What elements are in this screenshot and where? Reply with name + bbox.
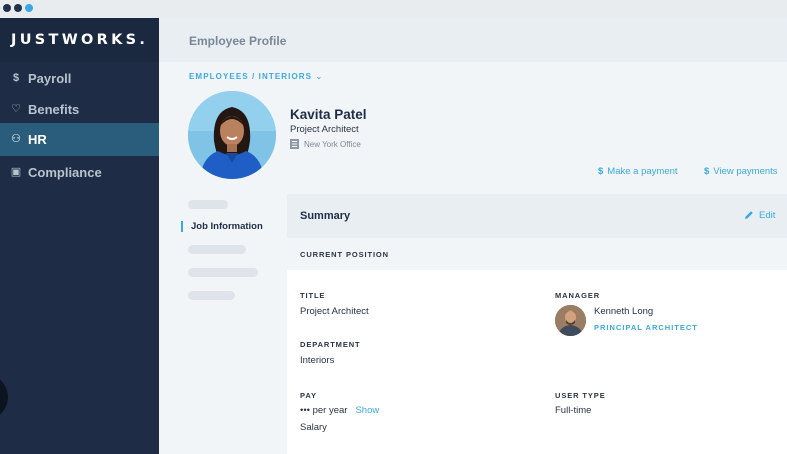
sidebar-item-label: Compliance [28,165,102,180]
pay-type-value: Salary [300,422,327,433]
pay-value: ••• per year Show [300,405,379,416]
window-close-dot[interactable] [3,4,11,12]
view-payments-label: View payments [713,166,778,177]
people-icon: ⚇ [11,133,21,145]
profile-subnav: Job Information [159,194,287,454]
user-type-label: USER TYPE [555,391,606,400]
clipboard-icon: ▣ [10,166,22,178]
sidebar-item-label: Payroll [28,71,72,86]
window-titlebar [0,0,787,18]
chevron-down-icon: ⌄ [315,72,324,81]
make-payment-link[interactable]: $ Make a payment [598,166,678,177]
sidebar-item-hr[interactable]: ⚇ HR [0,123,159,156]
subnav-item-job-information[interactable]: Job Information [181,221,263,232]
sidebar-item-compliance[interactable]: ▣ Compliance [0,156,159,189]
subnav-item-placeholder[interactable] [188,245,246,254]
user-avatar[interactable] [0,374,8,420]
department-label: DEPARTMENT [300,340,361,349]
page-header: Employee Profile [159,18,787,62]
window-maximize-dot[interactable] [25,4,33,12]
sidebar-item-label: Benefits [28,102,80,117]
summary-header: Summary Edit [287,194,787,238]
heart-icon: ♡ [11,103,21,115]
show-pay-link[interactable]: Show [355,405,379,416]
manager-avatar[interactable] [555,305,586,336]
edit-label: Edit [759,210,776,221]
brand-logo[interactable]: JUSTWORKS. [0,18,159,62]
employee-portrait-image [188,91,276,179]
dollar-icon: $ [598,166,604,177]
user-type-value: Full-time [555,405,592,416]
sidebar: JUSTWORKS. $ Payroll ♡ Benefits ⚇ HR ▣ C… [0,18,159,454]
office-location: New York Office [290,139,361,149]
view-payments-link[interactable]: $ View payments [704,166,778,177]
page-title: Employee Profile [189,34,287,48]
breadcrumb-text: EMPLOYEES / INTERIORS [189,72,313,81]
summary-heading: Summary [300,210,351,222]
title-label: TITLE [300,291,326,300]
current-position-header: CURRENT POSITION [287,238,787,270]
manager-portrait-image [555,305,586,336]
sidebar-item-benefits[interactable]: ♡ Benefits [0,93,159,126]
pay-amount-masked: ••• per year [300,405,348,416]
profile-header: EMPLOYEES / INTERIORS ⌄ Kavita Patel Pro… [159,62,787,194]
employee-photo [188,91,276,179]
employee-name: Kavita Patel [290,107,367,122]
dollar-icon: $ [704,166,710,177]
manager-role: PRINCIPAL ARCHITECT [594,323,698,332]
make-payment-label: Make a payment [607,166,678,177]
breadcrumb[interactable]: EMPLOYEES / INTERIORS ⌄ [189,72,323,81]
manager-name[interactable]: Kenneth Long [594,306,653,317]
office-label: New York Office [304,139,361,149]
title-value: Project Architect [300,306,369,317]
subnav-item-placeholder[interactable] [188,268,258,277]
dollar-icon: $ [12,72,20,84]
pencil-icon [745,211,753,219]
section-title: CURRENT POSITION [300,250,389,259]
employee-title: Project Architect [290,124,359,135]
department-value: Interiors [300,355,335,366]
manager-label: MANAGER [555,291,601,300]
summary-panel: Summary Edit CURRENT POSITION TITLE Proj… [287,194,787,454]
subnav-item-placeholder[interactable] [188,291,235,300]
subnav-item-placeholder[interactable] [188,200,228,209]
sidebar-item-payroll[interactable]: $ Payroll [0,62,159,95]
pay-label: PAY [300,391,317,400]
sidebar-item-label: HR [28,132,47,147]
edit-button[interactable]: Edit [744,210,775,221]
building-icon [290,139,299,149]
window-minimize-dot[interactable] [14,4,22,12]
